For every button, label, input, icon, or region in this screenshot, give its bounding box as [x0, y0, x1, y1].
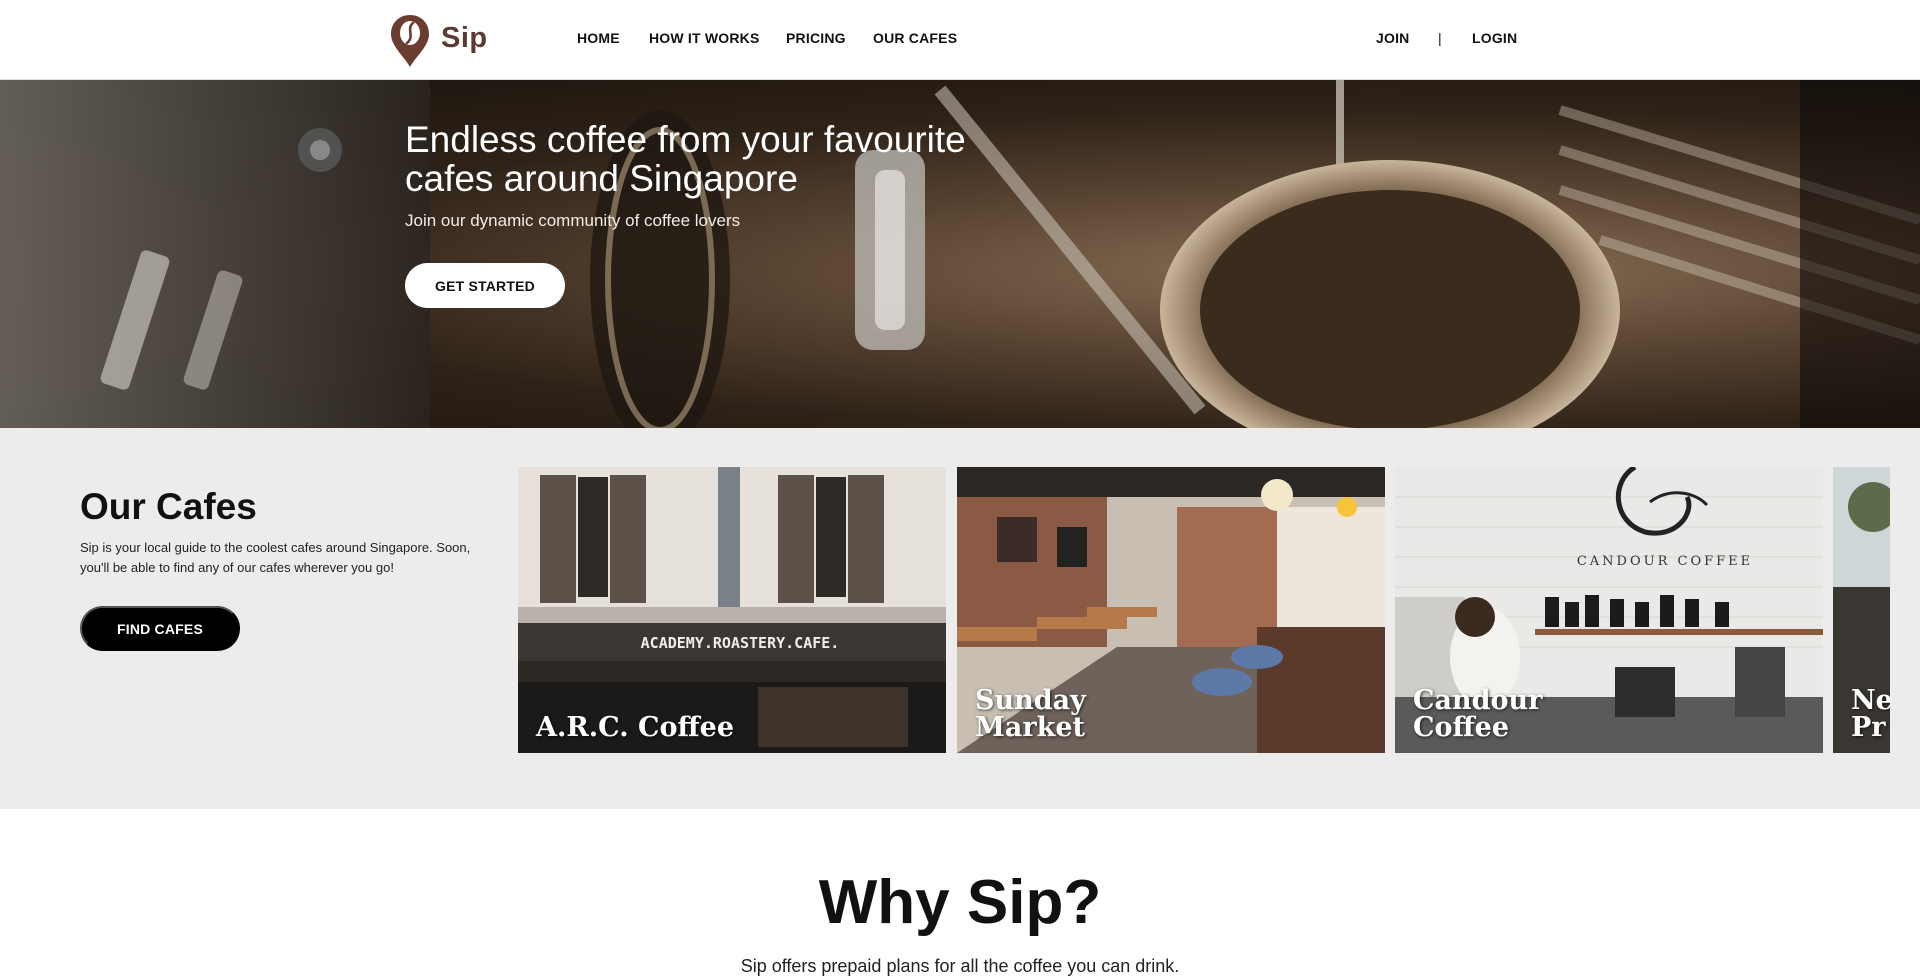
coffee-bean-pin-icon [391, 15, 429, 67]
nav-login[interactable]: LOGIN [1472, 30, 1517, 46]
cafe-card-name: Neo Pr [1851, 685, 1890, 743]
candour-sign-text: CANDOUR COFFEE [1577, 554, 1753, 569]
cafe-card-neo-pr[interactable]: Neo Pr [1833, 467, 1890, 753]
nav-divider: | [1438, 30, 1442, 46]
nav-our-cafes[interactable]: OUR CAFES [873, 30, 957, 46]
cafe-card-name: A.R.C. Coffee [536, 712, 735, 743]
hero-subtitle: Join our dynamic community of coffee lov… [405, 211, 741, 230]
get-started-button[interactable]: GET STARTED [405, 263, 565, 308]
find-cafes-button[interactable]: FIND CAFES [80, 606, 240, 651]
hero-section: Endless coffee from your favourite cafes… [0, 80, 1920, 428]
cafe-card-name: Candour Coffee [1413, 685, 1543, 743]
nav-how-it-works[interactable]: HOW IT WORKS [649, 30, 760, 46]
hero-title: Endless coffee from your favourite cafes… [405, 119, 966, 199]
nav-home[interactable]: HOME [577, 30, 620, 46]
our-cafes-section: Our Cafes Sip is your local guide to the… [0, 428, 1920, 809]
cafe-card-name: Sunday Market [975, 685, 1086, 743]
cafe-photo-arc: ACADEMY.ROASTERY.CAFE. [518, 467, 946, 753]
our-cafes-title: Our Cafes [80, 486, 257, 527]
arc-sign-text: ACADEMY.ROASTERY.CAFE. [641, 634, 840, 652]
cafe-card-candour-coffee[interactable]: CANDOUR COFFEE Candour Coffee [1395, 467, 1823, 753]
brand-logo[interactable]: Sip [389, 13, 488, 69]
brand-name: Sip [441, 21, 488, 54]
nav-join[interactable]: JOIN [1376, 30, 1409, 46]
our-cafes-description: Sip is your local guide to the coolest c… [80, 540, 471, 575]
cafe-card-sunday-market[interactable]: Sunday Market [957, 467, 1385, 753]
nav-pricing[interactable]: PRICING [786, 30, 846, 46]
cafe-card-arc-coffee[interactable]: ACADEMY.ROASTERY.CAFE. A.R.C. Coffee [518, 467, 946, 753]
site-header: Sip HOME HOW IT WORKS PRICING OUR CAFES … [0, 0, 1920, 80]
why-sip-title: Why Sip? [818, 868, 1102, 937]
